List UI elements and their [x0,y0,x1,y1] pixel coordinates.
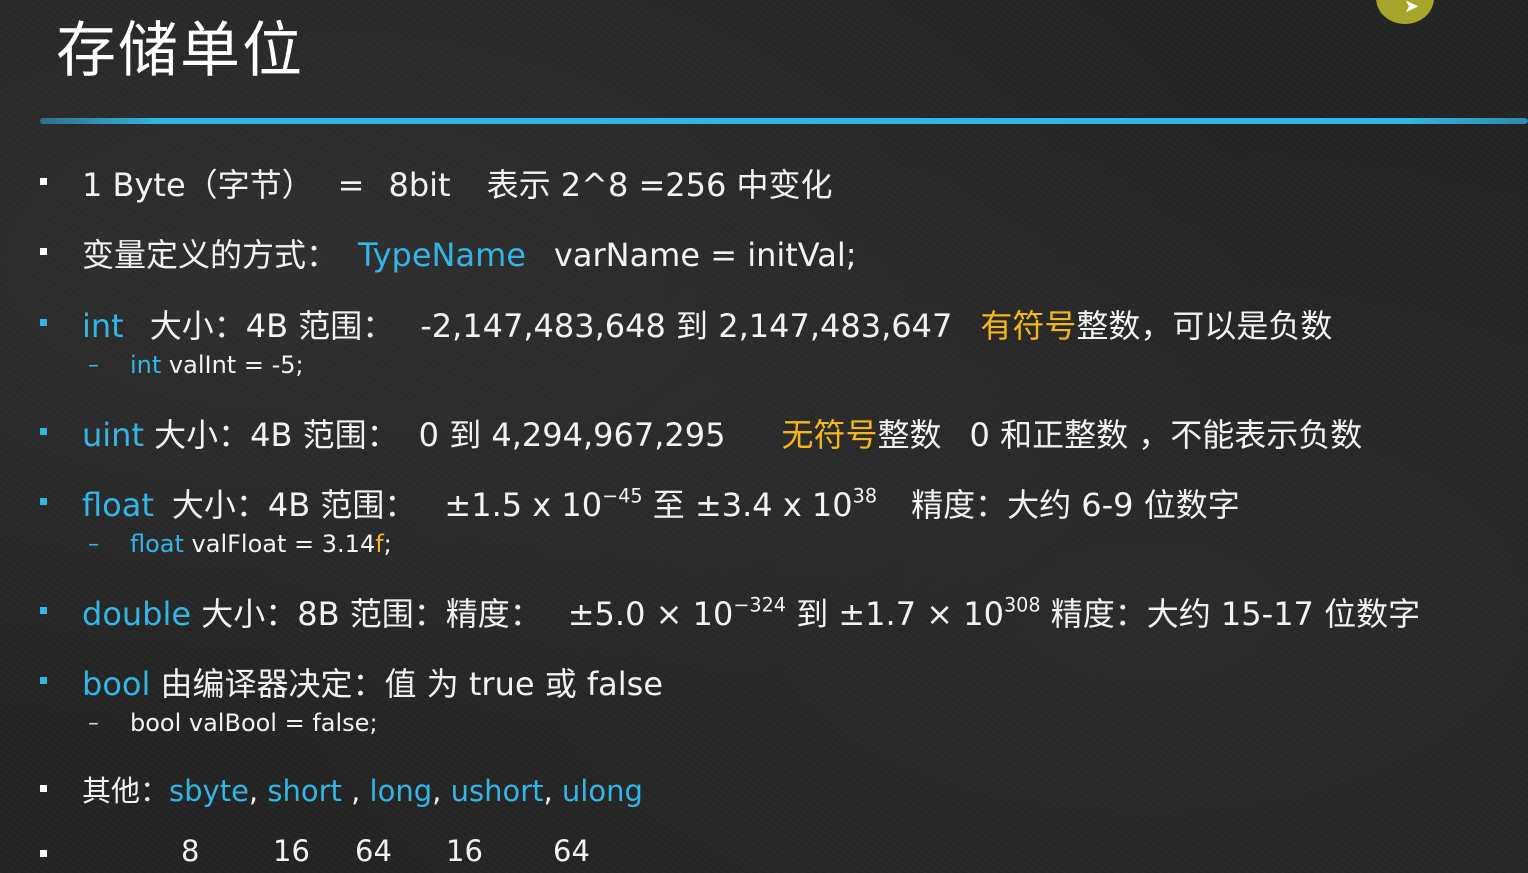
bool-keyword: bool [82,665,151,703]
type-ushort: ushort [450,774,544,808]
int-size: 大小：4B 范围： [149,307,395,345]
separator: , [432,774,451,808]
double-keyword: double [82,595,192,633]
other-line: 其他：sbyte, short , long, ushort, ulong [82,768,643,810]
float-range-min: ±1.5 x 10 [444,486,603,524]
mouse-cursor-icon: ➤ [1404,0,1420,17]
vardef-line: 变量定义的方式： TypeName varName = initVal; [82,230,856,276]
double-size: 大小：8B 范围：精度： [191,595,542,633]
uint-desc2: 0 和正整数 ，不能表示负数 [969,416,1363,454]
float-exp-min: −45 [602,484,643,508]
byte-bits: 8bit [388,166,451,204]
bool-desc: 由编译器决定：值 为 true 或 false [150,665,664,703]
float-exp-max: 38 [852,484,878,508]
byte-text: 1 Byte（字节） [82,166,314,204]
int-desc: 整数，可以是负数 [1076,307,1333,345]
float-example: float valFloat = 3.14f; [130,530,392,558]
size-ushort: 16 [446,834,483,868]
vardef-prefix: 变量定义的方式： [82,236,339,274]
sub-dash: – [88,532,99,557]
bullet [40,178,47,185]
int-example: int valInt = -5; [130,351,304,379]
double-range-max: 到 ±1.7 × 10 [786,595,1004,633]
float-example-suffix: f [375,530,384,558]
bullet [40,319,47,326]
type-ulong: ulong [561,774,643,808]
slide-title: 存储单位 [56,16,304,86]
float-example-end: ; [383,530,392,558]
separator: , [341,774,370,808]
size-sbyte: 8 [181,834,200,868]
vardef-rest: varName = initVal; [553,236,857,274]
bullet [40,677,47,684]
byte-desc: 表示 2^8 =256 中变化 [486,166,833,204]
int-line: int 大小：4B 范围： -2,147,483,648 到 2,147,483,6… [82,301,1332,347]
float-precision: 精度：大约 6-9 位数字 [911,486,1240,524]
byte-equals: = [337,166,365,204]
uint-desc: 整数 [877,416,942,454]
bullet [40,850,47,857]
bool-line: bool 由编译器决定：值 为 true 或 false [82,659,663,705]
int-example-keyword: int [130,351,162,379]
float-keyword: float [82,486,154,524]
bullet [40,498,47,505]
int-signed: 有符号 [980,307,1077,345]
uint-line: uint 大小：4B 范围： 0 到 4,294,967,295 无符号整数 0 和正… [82,410,1362,456]
title-divider [40,118,1528,124]
double-exp-max: 308 [1003,593,1041,617]
int-keyword: int [82,307,124,345]
uint-size: 大小：4B 范围： [144,416,399,454]
int-example-code: valInt = -5; [161,351,304,379]
float-example-code: valFloat = 3.14 [183,530,376,558]
byte-line: 1 Byte（字节） = 8bit 表示 2^8 =256 中变化 [82,160,833,206]
double-line: double 大小：8B 范围：精度： ±5.0 × 10−324 到 ±1.7 … [82,589,1420,635]
type-short: short [267,774,342,808]
bool-example: bool valBool = false; [130,709,378,737]
size-long: 64 [355,834,392,868]
double-exp-min: −324 [733,593,787,617]
double-range-min: ±5.0 × 10 [567,595,734,633]
float-range-max: 至 ±3.4 x 10 [642,486,853,524]
bullet [40,607,47,614]
bullet [40,785,47,792]
uint-range: 0 到 4,294,967,295 [418,416,726,454]
separator: , [248,774,268,808]
uint-unsigned: 无符号 [781,416,878,454]
sub-dash: – [88,353,99,378]
type-sbyte: sbyte [169,774,249,808]
size-ulong: 64 [553,834,590,868]
bullet [40,248,47,255]
vardef-typename: TypeName [358,236,526,274]
size-short: 16 [273,834,310,868]
sub-dash: – [88,711,99,736]
float-size: 大小：4B 范围： [171,486,417,524]
float-example-keyword: float [130,530,184,558]
uint-keyword: uint [82,416,144,454]
double-precision: 精度：大约 15-17 位数字 [1040,595,1421,633]
float-line: float 大小：4B 范围： ±1.5 x 10−45 至 ±3.4 x 1038… [82,480,1240,526]
separator: , [543,774,562,808]
type-long: long [369,774,433,808]
bullet [40,428,47,435]
int-range: -2,147,483,648 到 2,147,483,647 [420,307,953,345]
other-prefix: 其他： [82,774,170,808]
